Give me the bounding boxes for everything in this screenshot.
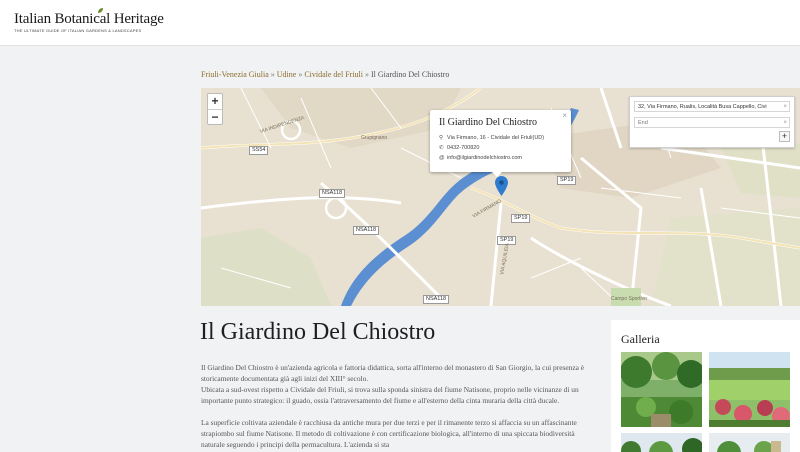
garden-photo [621,433,702,452]
map-info-popup: × Il Giardino Del Chiostro ⚲ Via Firmano,… [430,110,571,177]
gallery-thumbnail[interactable] [621,352,702,427]
close-icon[interactable]: × [562,111,567,120]
popup-title: Il Giardino Del Chiostro [439,117,538,128]
popup-email[interactable]: @ info@ilgiardinodelchiostro.com [439,153,562,163]
breadcrumb-region[interactable]: Friuli-Venezia Giulia [201,70,269,79]
place-label: Campo Sportivo [611,296,647,302]
popup-phone: ✆ 0432-700820 [439,143,562,153]
gallery-thumbnail[interactable] [709,433,790,452]
directions-panel: 32, Via Firmano, Rualis, Località Busa C… [629,96,795,148]
place-label: Grupignano [361,135,388,141]
breadcrumb-city[interactable]: Cividale del Friuli [304,70,363,79]
gallery-thumbnail[interactable] [709,352,790,427]
email-link[interactable]: info@ilgiardinodelchiostro.com [447,155,522,161]
address-text: Via Firmano, 16 - Cividale del Friuli(UD… [447,135,545,141]
end-location-placeholder: End [638,120,648,126]
garden-photo [709,433,790,452]
zoom-controls: + − [207,93,223,125]
gallery-thumbnail[interactable] [621,433,702,452]
road-label: SP19 [557,176,577,185]
logo-title: Italian Botanical Heritage [14,11,164,27]
start-location-input[interactable]: 32, Via Firmano, Rualis, Località Busa C… [634,101,790,112]
zoom-in-button[interactable]: + [208,94,222,109]
end-location-input[interactable]: End × [634,117,790,128]
breadcrumb-separator: » [270,70,275,79]
breadcrumb-province[interactable]: Udine [277,70,297,79]
clear-end-icon[interactable]: × [783,118,787,127]
site-header: Italian Botanical Heritage THE ULTIMATE … [0,0,800,46]
breadcrumb-separator: » [298,70,303,79]
email-icon: @ [439,155,445,161]
logo-subtitle: THE ULTIMATE GUIDE OF ITALIAN GARDENS & … [14,28,142,33]
leaf-icon [98,8,103,13]
road-label: SP19 [511,214,531,223]
map-marker-icon[interactable] [495,176,508,196]
site-logo[interactable]: Italian Botanical Heritage THE ULTIMATE … [14,8,164,33]
popup-address: ⚲ Via Firmano, 16 - Cividale del Friuli(U… [439,133,562,143]
breadcrumb: Friuli-Venezia Giulia» Udine» Cividale del… [201,70,449,79]
road-label: NSA118 [319,189,346,198]
road-label: SS54 [249,146,269,155]
phone-text: 0432-700820 [447,145,480,151]
add-waypoint-button[interactable]: + [779,131,790,142]
clear-start-icon[interactable]: × [783,102,787,111]
phone-icon: ✆ [439,145,444,151]
zoom-out-button[interactable]: − [208,109,222,124]
start-location-value: 32, Via Firmano, Rualis, Località Busa C… [638,104,767,110]
gallery-title: Galleria [621,332,660,346]
description-paragraph: Ubicata a sud-ovest rispetto a Cividale … [201,385,579,405]
gallery-widget: Galleria [611,320,800,452]
breadcrumb-current: Il Giardino Del Chiostro [371,70,450,79]
road-label: NSA118 [353,226,380,235]
map[interactable]: SS54 NSA118 NSA118 NSA118 SP19 SP19 SP19… [201,88,800,306]
road-label: NSA118 [423,295,450,304]
garden-photo [621,352,702,427]
location-icon: ⚲ [439,135,444,141]
page-title: Il Giardino Del Chiostro [200,319,436,345]
description-paragraph: Il Giardino Del Chiostro è un'azienda ag… [201,363,585,383]
description-paragraph: La superficie coltivata aziendale è racc… [201,418,577,449]
breadcrumb-separator: » [365,70,369,79]
garden-photo [709,352,790,427]
